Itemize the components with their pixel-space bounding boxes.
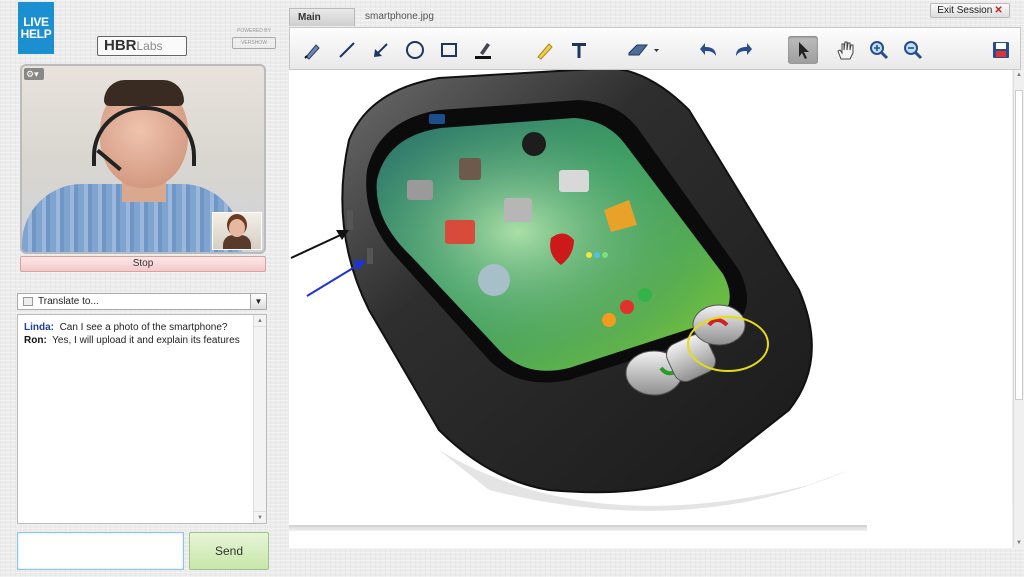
live-help-logo: LIVE HELP	[18, 2, 54, 54]
translate-dropdown[interactable]: Translate to... ▼	[17, 293, 267, 310]
powered-by-badge: POWERED BY VERSHOW	[232, 28, 276, 54]
close-icon: ✕	[994, 5, 1003, 16]
fill-color-icon[interactable]	[468, 36, 498, 64]
chat-text: Can I see a photo of the smartphone?	[59, 322, 228, 333]
undo-icon[interactable]	[694, 36, 724, 64]
tab-smartphone-image[interactable]: smartphone.jpg	[357, 8, 445, 26]
eraser-icon[interactable]	[622, 36, 664, 64]
chat-text: Yes, I will upload it and explain its fe…	[52, 335, 240, 346]
chat-message: Linda: Can I see a photo of the smartpho…	[24, 321, 248, 334]
translate-label: Translate to...	[38, 296, 99, 307]
self-view-video[interactable]	[212, 212, 262, 250]
black-arrow-annotation	[290, 230, 349, 259]
video-settings-gear-icon[interactable]: ⚙▾	[24, 68, 44, 80]
rectangle-icon[interactable]	[434, 36, 464, 64]
save-pdf-icon[interactable]	[986, 36, 1016, 64]
line-icon[interactable]	[332, 36, 362, 64]
scroll-down-icon[interactable]: ▼	[254, 511, 266, 523]
scrollbar-thumb[interactable]	[1015, 90, 1023, 400]
hand-icon[interactable]	[830, 36, 860, 64]
canvas-scrollbar[interactable]: ▲ ▼	[1013, 70, 1024, 548]
redo-icon[interactable]	[728, 36, 758, 64]
chat-sender: Ron:	[24, 335, 47, 346]
left-panel: LIVE HELP HBRLabs POWERED BY VERSHOW ⚙▾ …	[0, 0, 286, 577]
company-logo: HBRLabs	[97, 36, 187, 56]
drawing-toolbar	[289, 27, 1021, 70]
zoom-in-icon[interactable]	[864, 36, 894, 64]
whiteboard-canvas[interactable]	[289, 66, 1012, 548]
circle-icon[interactable]	[400, 36, 430, 64]
arrow-icon[interactable]	[366, 36, 396, 64]
chevron-down-icon[interactable]: ▼	[250, 294, 266, 309]
marker-icon[interactable]	[298, 36, 328, 64]
video-feed: ⚙▾	[20, 64, 266, 254]
highlighter-icon[interactable]	[530, 36, 560, 64]
tab-main-menu[interactable]: Main Menu	[289, 8, 355, 41]
message-input[interactable]	[17, 532, 184, 570]
scroll-down-icon[interactable]: ▼	[1014, 540, 1024, 546]
pointer-icon[interactable]	[788, 36, 818, 64]
chat-log: Linda: Can I see a photo of the smartpho…	[17, 314, 267, 524]
chat-scrollbar[interactable]: ▲ ▼	[253, 315, 266, 523]
exit-session-button[interactable]: Exit Session ✕	[930, 3, 1010, 18]
whiteboard-workspace: Main Menu smartphone.jpg Exit Session✕	[289, 0, 1024, 577]
chat-sender: Linda:	[24, 322, 54, 333]
text-icon[interactable]	[564, 36, 594, 64]
send-button[interactable]: Send	[189, 532, 269, 570]
translate-icon	[23, 297, 33, 306]
scroll-up-icon[interactable]: ▲	[1014, 72, 1024, 78]
zoom-out-icon[interactable]	[898, 36, 928, 64]
smartphone-image	[290, 66, 849, 511]
image-bottom-edge	[289, 525, 867, 531]
stop-video-button[interactable]: Stop	[20, 256, 266, 272]
chat-message: Ron: Yes, I will upload it and explain i…	[24, 334, 248, 347]
scroll-up-icon[interactable]: ▲	[254, 315, 266, 327]
